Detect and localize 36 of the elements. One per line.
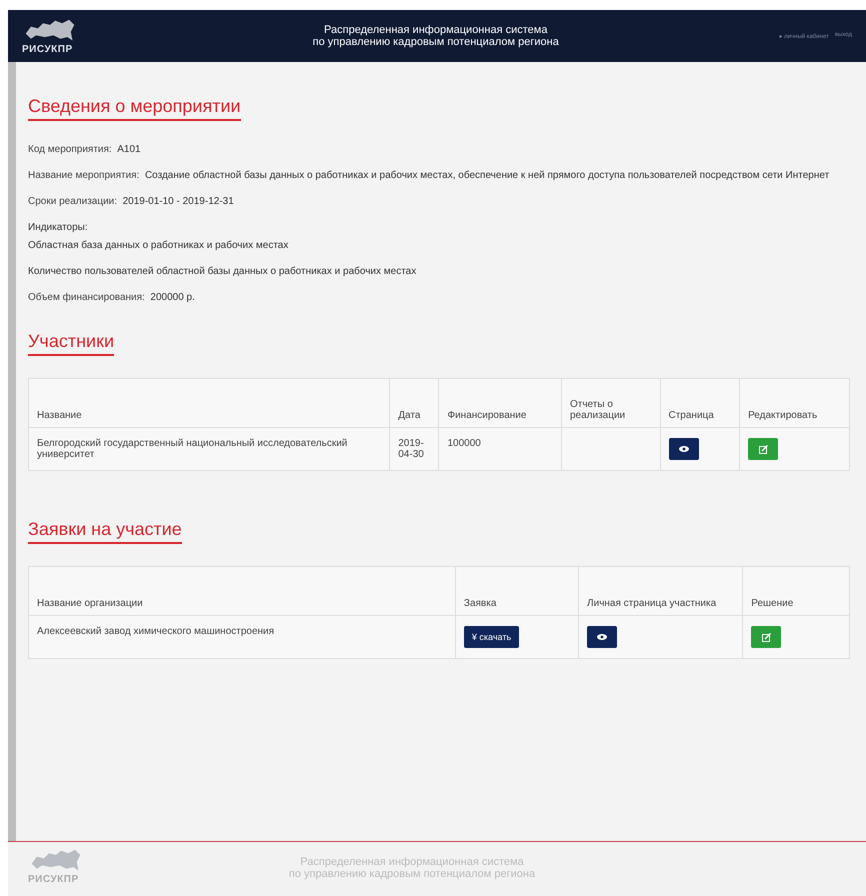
view-button[interactable] [587, 626, 618, 648]
column-header: Название [28, 378, 390, 428]
table-cell: Белгородский государственный национальный исследовательский университет [28, 428, 390, 470]
column-header: Финансирование [438, 378, 562, 428]
event-field: Код мероприятия: A101 [28, 143, 850, 157]
column-header: Название организации [28, 566, 456, 616]
column-header: Личная страница участника [578, 566, 743, 616]
event-field: Сроки реализации: 2019-01-10 - 2019-12-31 [28, 195, 850, 209]
view-button[interactable] [668, 438, 698, 460]
eye-icon [678, 446, 688, 452]
download-button[interactable]: ¥ скачать [464, 626, 520, 648]
column-header: Заявка [455, 566, 579, 616]
edit-icon [762, 632, 771, 642]
column-header: Редактировать [740, 378, 850, 428]
indicator-text: Областная база данных о работниках и рабочих местах [28, 239, 290, 253]
site-title: Распределенная информационная система по управлению кадровым потенциалом региона [312, 24, 560, 48]
edit-icon [758, 444, 768, 454]
table-cell: 2019-04-30 [390, 428, 439, 470]
section-heading: Заявки на участие [28, 519, 182, 544]
event-field: Объем финансирования: 200000 р. [28, 291, 850, 305]
section-heading: Сведения о мероприятии [28, 96, 241, 121]
indicators-label: Индикаторы: [28, 221, 89, 235]
logo-text: РИСУКПР [22, 44, 73, 54]
eye-icon [597, 634, 608, 640]
table-cell: Алексеевский завод химического машиностроения [28, 616, 456, 658]
column-header: Дата [390, 378, 439, 428]
column-header: Страница [660, 378, 740, 428]
column-header: Решение [742, 566, 850, 616]
edit-button[interactable] [751, 626, 782, 648]
section-heading: Участники [28, 331, 114, 356]
column-header: Отчеты о реализации [561, 378, 660, 428]
indicator-text: Количество пользователей областной базы данных о работниках и рабочих местах [28, 265, 418, 279]
table-cell: 100000 [438, 428, 562, 470]
logo-text: РИСУКПР [28, 874, 79, 885]
event-field: Название мероприятия: Создание областной базы данных о работниках и рабочих местах, обеспечение к ней прямого доступа пользователей посредством сети Интернет [28, 169, 850, 183]
edit-button[interactable] [748, 438, 778, 460]
